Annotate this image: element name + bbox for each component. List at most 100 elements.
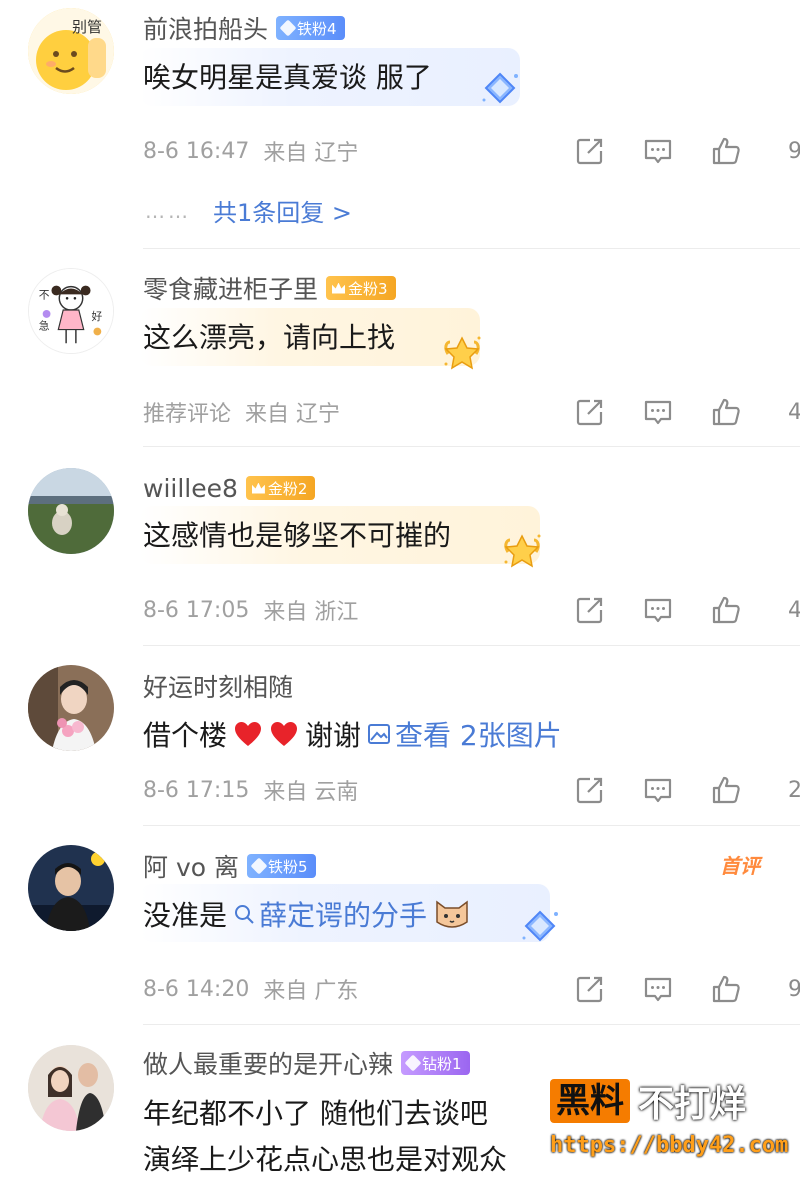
divider: [143, 446, 800, 447]
comment-body-continued: 演绎上少花点心思也是对观众: [143, 1143, 508, 1176]
watermark-box: 黑料: [550, 1079, 630, 1123]
share-icon[interactable]: [574, 396, 606, 428]
location: 来自 浙江: [263, 600, 359, 625]
comment-icon[interactable]: [642, 396, 674, 428]
comment-body: 唉女明星是真爱谈 服了: [143, 61, 432, 94]
username[interactable]: 阿 vo 离: [143, 848, 239, 884]
comment-text[interactable]: 这么漂亮，请向上找: [143, 316, 395, 356]
svg-text:不: 不: [39, 288, 50, 301]
replies-dots: ……: [145, 198, 191, 223]
username[interactable]: 好运时刻相随: [143, 668, 293, 704]
name-row: 前浪拍船头 铁粉4: [143, 10, 345, 46]
like-button[interactable]: 4: [710, 594, 800, 626]
like-count: 4: [788, 399, 800, 425]
comment-text[interactable]: 借个楼 谢谢 查看 2张图片: [143, 714, 562, 754]
view-images-label: 查看 2张图片: [395, 719, 562, 752]
fan-badge-label: 金粉3: [348, 279, 388, 298]
like-count: 2: [788, 777, 800, 803]
first-comment-tag: 首评: [720, 854, 760, 878]
username[interactable]: 零食藏进柜子里: [143, 270, 318, 306]
comment-icon[interactable]: [642, 774, 674, 806]
comment-icon[interactable]: [642, 135, 674, 167]
like-icon[interactable]: [710, 774, 742, 806]
watermark-url: https://bbdy42.com: [550, 1133, 789, 1158]
like-count: 4: [788, 597, 800, 623]
search-topic-link[interactable]: 薛定谔的分手: [233, 894, 427, 934]
comment-body: 没准是: [143, 899, 228, 932]
avatar[interactable]: [28, 1045, 114, 1131]
avatar[interactable]: [28, 845, 114, 931]
recommend-label: 推荐评论: [143, 402, 232, 427]
fan-badge[interactable]: 金粉3: [326, 276, 396, 300]
watermark-brand: 黑料 不打烊: [550, 1075, 790, 1127]
like-count: 9: [788, 138, 800, 164]
comment-text-line-2[interactable]: 演绎上少花点心思也是对观众: [143, 1138, 507, 1178]
fan-badge[interactable]: 铁粉4: [276, 16, 345, 40]
comment-icon[interactable]: [642, 594, 674, 626]
like-icon[interactable]: [710, 973, 742, 1005]
share-icon[interactable]: [574, 135, 606, 167]
like-button[interactable]: 4: [710, 396, 800, 428]
like-icon[interactable]: [710, 594, 742, 626]
timestamp: 8-6 17:15: [143, 777, 250, 803]
avatar[interactable]: 别管: [28, 8, 114, 94]
divider: [143, 1024, 800, 1025]
username[interactable]: wiillee8: [143, 474, 238, 503]
share-icon[interactable]: [574, 594, 606, 626]
comment-body: 年纪都不小了 随他们去谈吧: [143, 1097, 488, 1130]
watermark-text: 不打烊: [638, 1084, 747, 1125]
divider: [143, 248, 800, 249]
diamond-decoration-icon: [518, 906, 562, 950]
comment-body: 这么漂亮，请向上找: [143, 321, 396, 354]
svg-text:急: 急: [39, 320, 50, 333]
fan-badge[interactable]: 金粉2: [245, 476, 316, 500]
meta-row: 8-6 17:05 来自 浙江: [143, 593, 358, 627]
view-replies-link[interactable]: …… 共1条回复 >: [145, 193, 352, 228]
action-bar: 4: [574, 395, 800, 429]
heart-emoji-icon: [269, 720, 299, 748]
comment-text-line-1[interactable]: 年纪都不小了 随他们去谈吧: [143, 1092, 488, 1132]
divider: [143, 825, 800, 826]
diamond-icon: [279, 19, 297, 37]
fan-badge-label: 钻粉1: [422, 1054, 462, 1073]
fan-badge[interactable]: 钻粉1: [401, 1051, 470, 1075]
diamond-decoration-icon: [478, 68, 522, 112]
avatar[interactable]: [28, 665, 114, 751]
like-button[interactable]: 9: [710, 973, 800, 1005]
search-topic-label: 薛定谔的分手: [259, 899, 428, 932]
like-count: 9: [788, 976, 800, 1002]
comment-text[interactable]: 这感情也是够坚不可摧的: [143, 514, 451, 554]
avatar[interactable]: 不 急 好: [28, 268, 114, 354]
diamond-icon: [404, 1054, 422, 1072]
fan-badge-label: 铁粉5: [267, 857, 308, 876]
like-icon[interactable]: [710, 135, 742, 167]
meta-row: 8-6 17:15 来自 云南: [143, 773, 358, 807]
like-button[interactable]: 2: [710, 774, 800, 806]
replies-label: 共1条回复 >: [213, 199, 353, 227]
divider: [143, 645, 800, 646]
timestamp: 8-6 14:20: [143, 976, 250, 1002]
svg-text:好: 好: [92, 310, 103, 323]
like-icon[interactable]: [710, 396, 742, 428]
comment-icon[interactable]: [642, 973, 674, 1005]
comment-body: 借个楼: [143, 719, 228, 752]
view-images-link[interactable]: 查看 2张图片: [367, 714, 562, 754]
comment-text[interactable]: 没准是 薛定谔的分手: [143, 894, 471, 934]
like-button[interactable]: 9: [710, 135, 800, 167]
name-row: 好运时刻相随: [143, 668, 293, 704]
action-bar: 9: [574, 134, 800, 168]
avatar[interactable]: [28, 468, 114, 554]
action-bar: 4: [574, 593, 800, 627]
search-icon: [235, 905, 254, 924]
username[interactable]: 前浪拍船头: [143, 10, 268, 46]
action-bar: 2: [574, 773, 800, 807]
location: 来自 辽宁: [263, 141, 359, 166]
meta-row: 8-6 14:20 来自 广东: [143, 972, 358, 1006]
share-icon[interactable]: [574, 774, 606, 806]
comment-text[interactable]: 唉女明星是真爱谈 服了: [143, 56, 432, 96]
share-icon[interactable]: [574, 973, 606, 1005]
username[interactable]: 做人最重要的是开心辣: [143, 1045, 393, 1081]
name-row: 做人最重要的是开心辣 钻粉1: [143, 1045, 470, 1081]
fan-badge[interactable]: 铁粉5: [246, 854, 316, 878]
image-icon: [368, 724, 391, 744]
